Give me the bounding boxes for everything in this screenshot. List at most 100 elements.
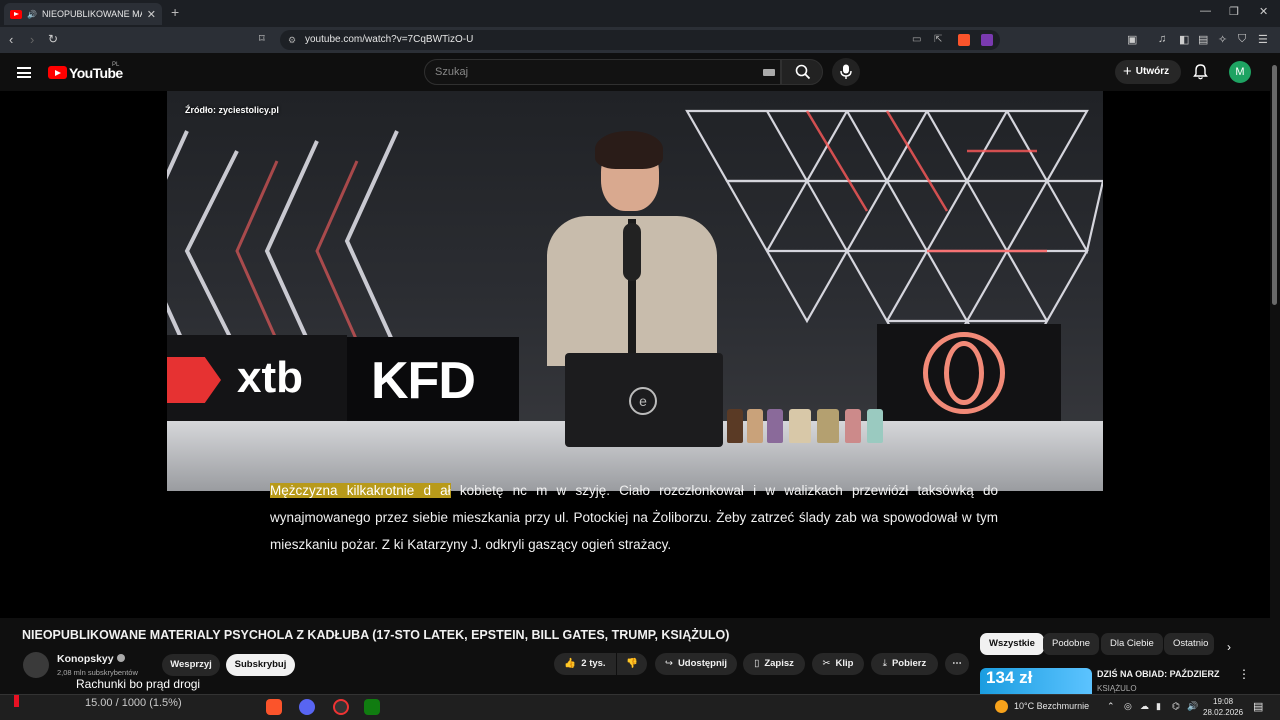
tray-cloud-icon[interactable]: ☁ — [1140, 701, 1149, 712]
search-placeholder: Szukaj — [435, 66, 469, 78]
chip-all[interactable]: Wszystkie — [980, 633, 1044, 655]
share-button[interactable]: ↪ Udostępnij — [655, 653, 737, 675]
vpn-icon[interactable]: ⛉ — [1238, 33, 1246, 46]
audio-icon[interactable]: 🔊 — [27, 10, 37, 19]
recommended-more-icon[interactable]: ⋮ — [1238, 667, 1250, 681]
bottle-7 — [867, 409, 883, 443]
network-icon[interactable]: ⌬ — [1172, 701, 1180, 712]
clip-button[interactable]: ✂ Klip — [812, 653, 864, 675]
caption-highlight: Mężczyzna kilkakrotnie d ał — [270, 483, 451, 498]
voice-search-button[interactable] — [832, 58, 860, 86]
menu-icon[interactable]: ☰ — [1258, 33, 1268, 46]
browser-tab[interactable]: 🔊 NIEOPUBLIKOWANE MATERIAŁ ✕ — [4, 3, 162, 25]
brave-shields-icon[interactable] — [958, 34, 970, 46]
sidebar-toggle-icon[interactable]: ▣ — [1127, 33, 1137, 46]
more-actions-button[interactable]: ⋯ — [945, 653, 969, 675]
opera-panel — [877, 324, 1061, 424]
system-clock[interactable]: 19:08 28.02.2026 — [1203, 696, 1243, 718]
account-avatar[interactable]: M — [1229, 61, 1251, 83]
split-view-icon[interactable]: ◧ — [1179, 33, 1189, 46]
save-icon: ▯ — [754, 658, 760, 669]
channel-subscribers: 2,08 mln subskrybentów — [57, 668, 138, 677]
obs-taskbar-icon[interactable] — [333, 699, 349, 715]
close-tab-icon[interactable]: ✕ — [147, 8, 156, 21]
video-player[interactable]: Źródło: zyciestolicy.pl xtb KFD e Mężczy… — [0, 91, 1270, 618]
microphone-icon — [840, 64, 852, 79]
keyboard-icon[interactable] — [763, 69, 775, 76]
host-laptop: e — [565, 353, 723, 447]
plus-icon: + — [1123, 63, 1132, 80]
share-page-icon[interactable]: ⇱ — [934, 30, 942, 50]
video-title: NIEOPUBLIKOWANE MATERIALY PSYCHOLA Z KAD… — [22, 628, 730, 642]
address-toolbar: ‹ › ↻ ⌑ ⚙ youtube.com/watch?v=7CqBWTizO-… — [0, 27, 1280, 53]
back-icon[interactable]: ‹ — [9, 32, 13, 47]
cast-icon[interactable]: ▭ — [912, 30, 921, 50]
discord-taskbar-icon[interactable] — [299, 699, 315, 715]
reload-icon[interactable]: ↻ — [48, 32, 58, 46]
create-button[interactable]: + Utwórz — [1115, 60, 1181, 84]
tray-usb-icon[interactable]: ▮ — [1156, 701, 1161, 712]
download-label: Pobierz — [891, 658, 927, 669]
recommended-title[interactable]: DZIŚ NA OBIAD: PAŹDZIERZ — [1097, 669, 1220, 679]
page-scrollbar[interactable] — [1270, 53, 1280, 689]
forward-icon[interactable]: › — [30, 32, 34, 47]
thumbs-down-icon: 👎 — [626, 658, 638, 669]
download-icon: ⤓ — [882, 658, 887, 669]
volume-icon[interactable]: 🔊 — [1187, 701, 1198, 712]
host-hair — [595, 131, 663, 169]
weather-text[interactable]: 10°C Bezchmurnie — [1014, 701, 1089, 711]
video-frame[interactable]: Źródło: zyciestolicy.pl xtb KFD e — [167, 91, 1103, 491]
brave-rewards-icon[interactable] — [981, 34, 993, 46]
like-button[interactable]: 👍 2 tys. — [554, 653, 616, 675]
chevron-right-icon[interactable]: › — [1227, 640, 1231, 654]
minimize-icon[interactable]: — — [1200, 5, 1211, 17]
close-window-icon[interactable]: ✕ — [1259, 5, 1268, 18]
stream-overlay-text: Rachunki bo prąd drogi — [76, 677, 201, 691]
wallet-icon[interactable]: ▤ — [1198, 33, 1208, 46]
restore-icon[interactable]: ❐ — [1229, 5, 1239, 18]
bottle-5 — [817, 409, 839, 443]
notifications-bell-icon[interactable] — [1193, 64, 1208, 80]
save-button[interactable]: ▯ Zapisz — [743, 653, 805, 675]
channel-name-text: Konopskyy — [57, 653, 114, 665]
download-button[interactable]: ⤓ Pobierz — [871, 653, 938, 675]
subscribe-button[interactable]: Subskrybuj — [226, 654, 295, 676]
support-button[interactable]: Wesprzyj — [162, 654, 220, 676]
share-icon: ↪ — [664, 658, 673, 669]
xtb-panel: xtb — [167, 335, 347, 425]
new-tab-button[interactable]: + — [171, 4, 179, 20]
leo-ai-icon[interactable]: ✧ — [1218, 33, 1227, 46]
guide-menu-icon[interactable] — [17, 67, 31, 78]
clip-label: Klip — [835, 658, 854, 669]
site-info-icon[interactable]: ⚙ — [288, 30, 296, 50]
video-caption-text: Mężczyzna kilkakrotnie d ał kobietę nc m… — [270, 477, 998, 558]
notifications-icon[interactable]: ▤ — [1253, 700, 1263, 713]
thumbnail-price: 134 zł — [986, 668, 1033, 687]
chip-for-you[interactable]: Dla Ciebie — [1101, 633, 1163, 655]
country-code: PL — [112, 62, 120, 68]
tray-app-icon[interactable]: ◎ — [1124, 701, 1132, 712]
save-label: Zapisz — [764, 658, 794, 669]
dislike-button[interactable]: 👎 — [617, 653, 647, 675]
chip-recent[interactable]: Ostatnio — [1164, 633, 1214, 655]
opera-logo-inner — [944, 341, 984, 405]
xbox-taskbar-icon[interactable] — [364, 699, 380, 715]
address-input[interactable]: ⚙ youtube.com/watch?v=7CqBWTizO-U ▭ ⇱ — [280, 30, 1000, 50]
media-icon[interactable]: ♫ — [1158, 33, 1166, 45]
youtube-logo-icon[interactable] — [48, 66, 67, 79]
video-source-label: Źródło: zyciestolicy.pl — [185, 105, 279, 115]
scrollbar-thumb[interactable] — [1272, 65, 1277, 305]
brave-taskbar-icon[interactable] — [266, 699, 282, 715]
channel-name[interactable]: Konopskyy — [57, 653, 125, 665]
channel-avatar[interactable] — [23, 652, 49, 678]
bottle-3 — [767, 409, 783, 443]
laptop-logo-icon: e — [629, 387, 657, 415]
search-input[interactable]: Szukaj — [424, 59, 781, 85]
chip-related[interactable]: Podobne — [1043, 633, 1100, 655]
search-button[interactable] — [781, 59, 823, 85]
xtb-logo-icon — [167, 357, 221, 403]
tray-chevron-icon[interactable]: ⌃ — [1107, 701, 1115, 712]
recommended-channel[interactable]: KSIĄŻULO — [1097, 684, 1137, 693]
youtube-favicon-icon — [10, 9, 22, 19]
bookmark-icon[interactable]: ⌑ — [259, 32, 265, 45]
